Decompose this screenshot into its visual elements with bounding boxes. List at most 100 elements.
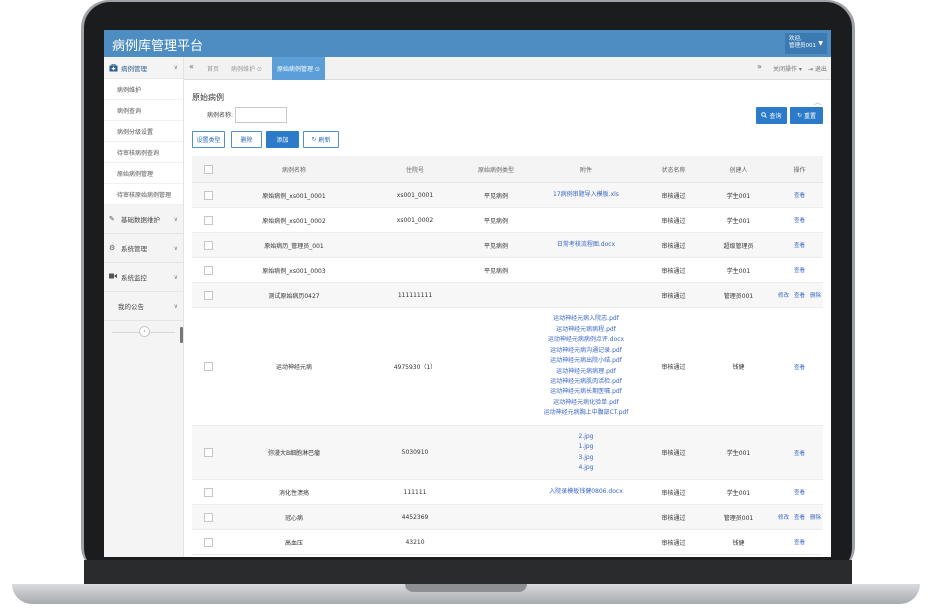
user-menu[interactable]: 欢迎, 管理员001 ▼ [785, 33, 827, 54]
attachment-link[interactable]: 2.jpg [578, 432, 593, 442]
row-select-cell [192, 215, 224, 225]
edit-link[interactable]: 修改 [778, 291, 789, 299]
table-row[interactable]: 测试原始病历0427 111111111 审核通过 管理员001 修改 查看 删除 [192, 283, 823, 308]
row-checkbox[interactable] [203, 215, 213, 225]
collapse-sidebar-button[interactable]: ‹ [139, 326, 150, 337]
delete-button[interactable]: 删除 [231, 131, 262, 148]
attachment-link[interactable]: 运动神经元病沟通记录.pdf [550, 346, 622, 356]
sidebar-group-label: 病例管理 [121, 64, 147, 73]
column-header[interactable]: 创建人 [701, 165, 776, 174]
attachment-link[interactable]: 日常考核流程图.docx [557, 240, 615, 250]
close-operations-menu[interactable]: 关闭操作 ▾ [773, 57, 802, 80]
tab-label: 病例维护 ⊙ [231, 66, 262, 73]
edit-link[interactable]: 修改 [778, 513, 789, 521]
delete-link[interactable]: 删除 [810, 291, 821, 299]
attachment-link[interactable]: 运动神经元病胸上中腹部CT.pdf [544, 408, 629, 418]
query-label: 查询 [769, 113, 782, 120]
attachments-cell: 17病例审题导入模板.xls [526, 190, 646, 200]
attachment-link[interactable]: 运动神经元病长期医嘱.pdf [550, 387, 622, 397]
attachment-link[interactable]: 运动神经元病病理.pdf [556, 367, 616, 377]
refresh-button[interactable]: ↻ 刷新 [303, 131, 339, 148]
delete-link[interactable]: 删除 [810, 513, 821, 521]
attachment-link[interactable]: 运动神经元病病程.pdf [556, 325, 616, 335]
table-row[interactable]: 冠心病 4452369 审核通过 管理员001 修改 查看 删除 [192, 505, 823, 530]
case-name-cell: 原始病例_xs001_0001 [262, 192, 326, 200]
column-header[interactable]: 状态名称 [646, 165, 701, 174]
sidebar-group-system-monitor[interactable]: 系统监控 ∨ [104, 263, 183, 292]
table-row[interactable]: 高血压 43210 审核通过 钱健 查看 [192, 530, 823, 555]
sidebar-item-pending-original-case-management[interactable]: 待审核原始病例管理 [104, 184, 183, 205]
attachment-link[interactable]: 入院录模板钱健0806.docx [549, 487, 623, 497]
view-link[interactable]: 查看 [794, 488, 805, 496]
table-row[interactable]: 原始病例_xs001_0001 xs001_0001 平见病例 17病例审题导入模板.… [192, 183, 823, 208]
sidebar-item-original-case-management[interactable]: 原始病例管理 [104, 163, 183, 184]
attachment-link[interactable]: 运动神经元病肌肉活检.pdf [550, 377, 622, 387]
view-link[interactable]: 查看 [794, 191, 805, 199]
tab-original-case-management[interactable]: 原始病例管理 ⊙ [272, 57, 325, 80]
row-checkbox[interactable] [203, 265, 213, 275]
add-button[interactable]: 添加 [266, 131, 299, 148]
table-row[interactable]: 原始病例_xs001_0003 平见病例 审核通过 学生001 查看 [192, 258, 823, 283]
view-link[interactable]: 查看 [794, 291, 805, 299]
attachment-link[interactable]: 运动神经元病化验单.pdf [553, 398, 619, 408]
row-checkbox[interactable] [203, 487, 213, 497]
view-link[interactable]: 查看 [794, 266, 805, 274]
select-all-checkbox[interactable] [203, 164, 213, 174]
row-checkbox[interactable] [203, 240, 213, 250]
attachment-link[interactable]: 运动神经元病入院志.pdf [553, 314, 619, 324]
table-row[interactable]: 原始病例_xs001_0002 xs001_0002 平见病例 审核通过 学生001 查看 [192, 208, 823, 233]
inpatient-number-cell: xs001_0001 [396, 191, 434, 199]
row-checkbox[interactable] [203, 448, 213, 457]
chevron-down-icon: ∨ [173, 215, 178, 223]
table-row[interactable]: 运动神经元病 4975930（1） 运动神经元病入院志.pdf 运动神经元病病程.pd… [192, 308, 823, 426]
attachment-link[interactable]: 1.jpg [578, 442, 593, 452]
view-link[interactable]: 查看 [794, 513, 805, 521]
tab-home[interactable]: 首页 [202, 57, 224, 80]
sidebar-group-base-data[interactable]: ✎ 基础数据维护 ∨ [104, 205, 183, 234]
column-header[interactable]: 病例名称 [224, 165, 364, 174]
reset-button[interactable]: ↻ 重置 [790, 107, 823, 124]
sidebar-group-system-management[interactable]: ⚙ 系统管理 ∨ [104, 234, 183, 263]
table-row[interactable]: 消化性溃疡 111111 入院录模板钱健0806.docx 审核通过 学生001 查看 [192, 480, 823, 505]
table-row[interactable]: 弥漫大B细胞淋巴瘤 5030910 2.jpg 1.jpg 3.jpg 4.jpg 审核通过… [192, 426, 823, 480]
attachment-link[interactable]: 17病例审题导入模板.xls [553, 190, 619, 200]
attachment-link[interactable]: 4.jpg [578, 463, 593, 473]
set-type-button[interactable]: 设置类型 [192, 131, 225, 148]
attachment-link[interactable]: 3.jpg [578, 453, 593, 463]
table-row[interactable]: 原始病历_管理员_001 平见病例 日常考核流程图.docx 审核通过 超级管理员 查看 [192, 233, 823, 258]
view-link[interactable]: 查看 [794, 216, 805, 224]
view-link[interactable]: 查看 [794, 363, 805, 371]
logout-button[interactable]: ⇥ 退出 [808, 57, 827, 80]
inpatient-number-cell: xs001_0002 [396, 216, 434, 224]
chevron-up-icon[interactable]: ︿ [814, 97, 821, 107]
sidebar-item-case-query[interactable]: 病例查询 [104, 100, 183, 121]
tab-case-maintenance[interactable]: 病例维护 ⊙ [226, 57, 267, 80]
row-checkbox[interactable] [203, 190, 213, 200]
attachment-link[interactable]: 运动神经元病病例点评.docx [548, 335, 624, 345]
column-header[interactable]: 附件 [526, 165, 646, 174]
view-link[interactable]: 查看 [794, 449, 805, 457]
column-header[interactable]: 原始病例类型 [466, 165, 526, 174]
sidebar-item-case-maintenance[interactable]: 病例维护 [104, 79, 183, 100]
column-header[interactable]: 住院号 [364, 165, 466, 174]
row-checkbox[interactable] [203, 537, 213, 547]
operations-cell: 查看 [776, 538, 823, 546]
row-checkbox[interactable] [203, 362, 213, 371]
sidebar-group-case-management[interactable]: 病例管理 ∨ [104, 57, 183, 79]
attachment-link[interactable]: 运动神经元病出院小结.pdf [550, 356, 622, 366]
sidebar-item-case-grading[interactable]: 病例分级设置 [104, 121, 183, 142]
row-checkbox[interactable] [203, 290, 213, 300]
case-name-input[interactable] [235, 107, 287, 123]
sidebar-group-my-notices[interactable]: 我的公告 ∨ [104, 292, 183, 321]
sidebar-item-pending-review-query[interactable]: 待审核病例查询 [104, 142, 183, 163]
case-name-cell: 消化性溃疡 [278, 489, 309, 497]
creator-cell: 钱健 [732, 364, 745, 371]
view-link[interactable]: 查看 [794, 241, 805, 249]
double-chevron-right-icon[interactable]: » [757, 62, 762, 71]
query-button[interactable]: 查询 [756, 107, 787, 124]
row-checkbox[interactable] [203, 512, 213, 522]
sidebar-scrollbar[interactable] [180, 327, 183, 343]
double-chevron-left-icon[interactable]: « [189, 62, 194, 71]
refresh-icon: ↻ [796, 112, 802, 119]
view-link[interactable]: 查看 [794, 538, 805, 546]
